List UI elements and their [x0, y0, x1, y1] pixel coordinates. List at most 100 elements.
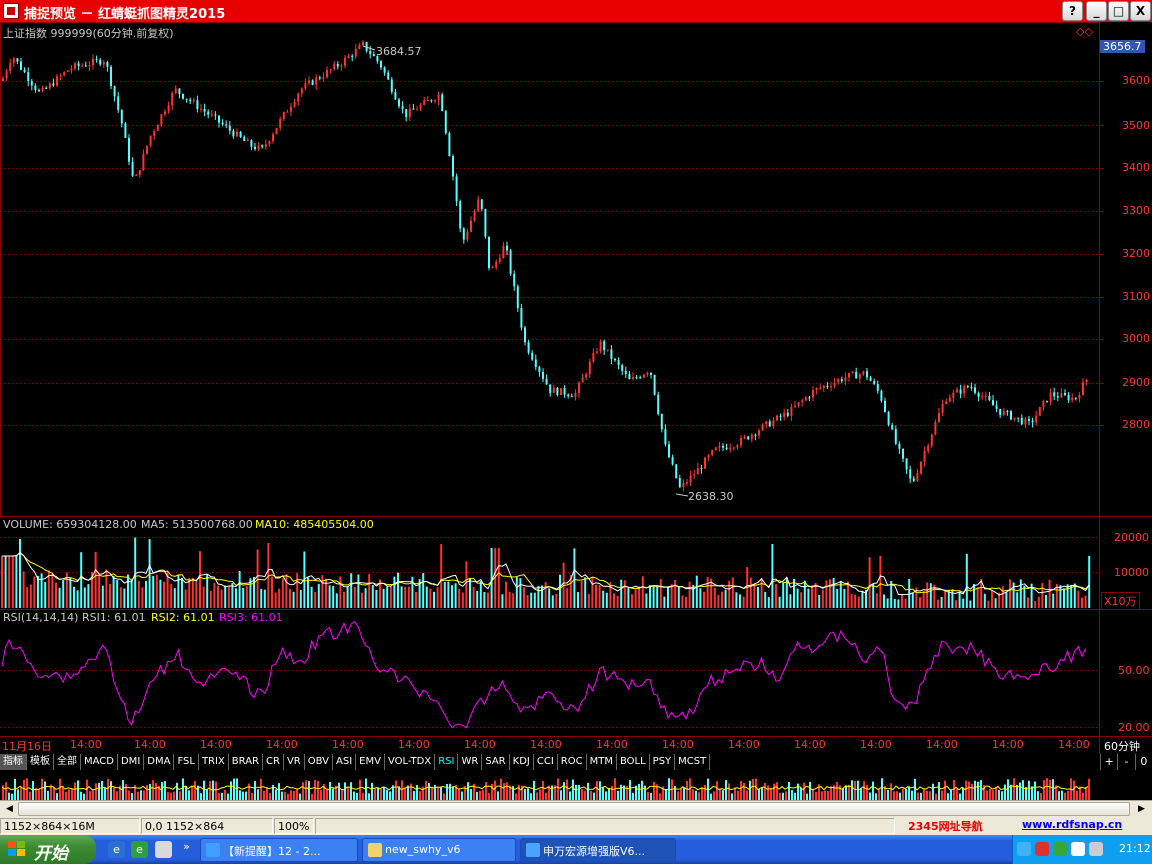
tab-cci[interactable]: CCI	[534, 754, 558, 770]
scroll-left-icon[interactable]: ◀	[2, 802, 17, 816]
candle-body	[675, 464, 678, 478]
360-browser-icon[interactable]: e	[131, 841, 148, 858]
candle-body	[711, 450, 714, 456]
candle-body	[30, 81, 33, 86]
volume-bar	[278, 588, 281, 608]
tab-sar[interactable]: SAR	[482, 754, 510, 770]
maximize-button[interactable]: □	[1108, 1, 1129, 21]
tab-template[interactable]: 模板	[27, 754, 54, 770]
candle-body	[405, 109, 408, 118]
candle-body	[1017, 417, 1020, 419]
candle-body	[1060, 393, 1063, 398]
volume-bar	[94, 551, 97, 608]
volume-bar	[4, 556, 7, 608]
volume-bar	[1023, 585, 1026, 608]
ie-icon[interactable]: e	[108, 841, 125, 858]
tab-mcst[interactable]: MCST	[675, 754, 711, 770]
nav-link[interactable]: 2345网址导航	[908, 818, 983, 834]
candle-body	[268, 141, 271, 145]
tab-roc[interactable]: ROC	[558, 754, 587, 770]
tab-all[interactable]: 全部	[54, 754, 81, 770]
horizontal-scrollbar[interactable]: ◀ ▶	[0, 800, 1152, 817]
start-button[interactable]: 开始	[0, 835, 96, 864]
tab-indicator[interactable]: 指标	[0, 754, 27, 770]
candle-body	[988, 395, 991, 401]
tab-dmi[interactable]: DMI	[118, 754, 145, 770]
mini-bar	[302, 782, 304, 800]
candle-body	[131, 161, 134, 176]
zoom-in-button[interactable]: +	[1100, 754, 1117, 770]
mini-bar	[116, 791, 118, 800]
tab-psy[interactable]: PSY	[650, 754, 676, 770]
volume-bar	[346, 586, 349, 608]
tab-asi[interactable]: ASI	[333, 754, 357, 770]
tab-brar[interactable]: BRAR	[229, 754, 263, 770]
tab-rsi[interactable]: RSI	[435, 754, 459, 770]
candle-body	[88, 65, 91, 67]
candle-body	[1042, 400, 1045, 407]
volume-bar	[375, 589, 378, 608]
site-link[interactable]: www.rdfsnap.cn	[1022, 818, 1122, 831]
scroll-thumb[interactable]	[18, 802, 1130, 816]
volume-bar	[98, 575, 101, 608]
tab-mtm[interactable]: MTM	[587, 754, 617, 770]
stock-chart-area[interactable]: 上证指数 999999(60分钟.前复权) ◇◇ 3656.7 3684.57 …	[0, 22, 1152, 754]
zoom-out-button[interactable]: -	[1117, 754, 1134, 770]
taskbar-button[interactable]: 【新提醒】12 - 2...	[200, 838, 358, 862]
tab-fsl[interactable]: FSL	[174, 754, 199, 770]
tray-security-icon[interactable]	[1053, 842, 1067, 856]
tab-obv[interactable]: OBV	[305, 754, 333, 770]
candle-body	[185, 98, 188, 100]
candle-body	[398, 99, 400, 107]
quicklaunch-more-icon[interactable]: »	[178, 838, 195, 855]
tray-app-icon[interactable]	[1035, 842, 1049, 856]
close-button[interactable]: X	[1130, 1, 1151, 21]
system-tray: 21:12	[1012, 835, 1152, 864]
candle-body	[560, 388, 562, 396]
tab-vr[interactable]: VR	[284, 754, 305, 770]
volume-bar	[937, 599, 939, 608]
zoom-reset-button[interactable]: 0	[1134, 754, 1152, 770]
volume-bar	[800, 592, 803, 608]
minimize-button[interactable]: _	[1086, 1, 1107, 21]
volume-icon[interactable]	[1089, 842, 1103, 856]
candle-body	[48, 83, 51, 89]
mini-bar	[38, 789, 40, 800]
candle-body	[1049, 392, 1052, 402]
scroll-right-icon[interactable]: ▶	[1134, 802, 1149, 816]
tab-trix[interactable]: TRIX	[199, 754, 229, 770]
period-label[interactable]: 60分钟	[1104, 738, 1140, 754]
mini-bar	[110, 781, 112, 800]
volume-bar	[1066, 584, 1069, 608]
clock: 21:12	[1119, 842, 1151, 855]
volume-bar	[883, 594, 885, 608]
mini-bar	[314, 780, 316, 800]
candle-body	[848, 372, 850, 378]
tab-vol-tdx[interactable]: VOL-TDX	[385, 754, 436, 770]
mini-bar	[209, 780, 211, 800]
mini-bar	[1052, 779, 1054, 800]
tab-kdj[interactable]: KDJ	[510, 754, 534, 770]
status-bar: 1152×864×16M 0,0 1152×864 100% 2345网址导航 …	[0, 817, 1152, 835]
volume-bar	[40, 573, 43, 608]
tab-macd[interactable]: MACD	[81, 754, 118, 770]
chart-canvas[interactable]	[0, 22, 1152, 754]
volume-bar	[458, 588, 461, 608]
tab-wr[interactable]: WR	[458, 754, 483, 770]
candle-body	[743, 436, 746, 438]
time-axis-label: 14:00	[134, 738, 166, 751]
mini-bar	[863, 781, 865, 800]
candle-body	[574, 392, 577, 397]
volume-bar	[109, 583, 111, 608]
tab-dma[interactable]: DMA	[144, 754, 175, 770]
help-button[interactable]: ?	[1062, 1, 1083, 21]
tray-arrow-icon[interactable]	[1017, 842, 1031, 856]
tab-boll[interactable]: BOLL	[617, 754, 650, 770]
tray-shield-icon[interactable]	[1071, 842, 1085, 856]
taskbar-button[interactable]: 申万宏源增强版V6...	[520, 838, 676, 862]
tab-cr[interactable]: CR	[263, 754, 284, 770]
taskbar-button[interactable]: new_swhy_v6	[362, 838, 516, 862]
app-icon[interactable]	[3, 3, 19, 19]
tab-emv[interactable]: EMV	[356, 754, 385, 770]
chrome-icon[interactable]	[155, 841, 172, 858]
